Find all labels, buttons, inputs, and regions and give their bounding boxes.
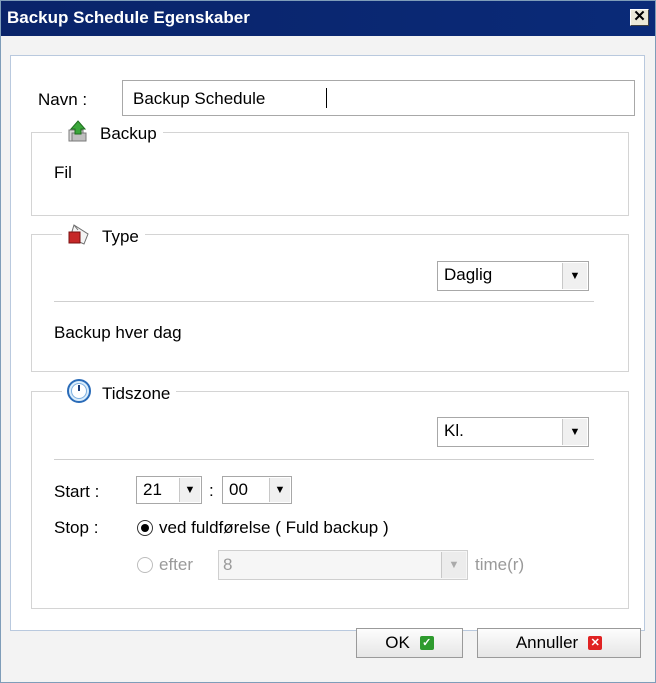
type-icon xyxy=(66,221,92,252)
name-label: Navn : xyxy=(38,90,88,109)
text-cursor xyxy=(326,88,327,108)
start-label: Start : xyxy=(54,482,100,501)
type-group: Type Daglig ▼ Backup hver dag xyxy=(31,221,629,372)
timezone-select-value: Kl. xyxy=(444,421,464,440)
type-select[interactable]: Daglig ▼ xyxy=(437,261,589,291)
content-panel: Navn : Backup Schedule Backup Fil Type D… xyxy=(10,55,645,631)
backup-group: Backup Fil xyxy=(31,119,629,216)
timezone-group: Tidszone Kl. ▼ Start : 21 ▼ : 00 ▼ Stop … xyxy=(31,378,629,609)
name-input-value: Backup Schedule xyxy=(133,89,266,108)
dialog-title: Backup Schedule Egenskaber xyxy=(7,8,250,27)
check-icon: ✓ xyxy=(419,636,434,650)
type-separator xyxy=(54,301,594,302)
cancel-button-label: Annuller xyxy=(515,633,579,652)
cancel-button[interactable]: Annuller ✕ xyxy=(477,628,641,658)
chevron-down-icon[interactable]: ▼ xyxy=(179,478,200,502)
timezone-group-title: Tidszone xyxy=(102,383,171,403)
name-input[interactable]: Backup Schedule xyxy=(122,80,635,116)
chevron-down-icon[interactable]: ▼ xyxy=(562,263,587,289)
stop-after-hours-select[interactable]: 8 ▼ xyxy=(218,550,468,580)
timezone-separator xyxy=(54,459,594,460)
type-group-legend: Type xyxy=(62,221,145,252)
radio-dot xyxy=(141,524,149,532)
time-separator: : xyxy=(209,481,214,500)
stop-after-unit: time(r) xyxy=(475,555,525,574)
start-minute-value: 00 xyxy=(229,480,248,499)
backup-group-title: Backup xyxy=(100,123,157,143)
properties-dialog: Backup Schedule Egenskaber ✕ Navn : Back… xyxy=(0,0,656,683)
chevron-down-icon[interactable]: ▼ xyxy=(269,478,290,502)
type-select-value: Daglig xyxy=(444,265,493,284)
start-hour-value: 21 xyxy=(143,480,162,499)
timezone-group-legend: Tidszone xyxy=(62,378,177,409)
close-icon: ✕ xyxy=(588,636,603,650)
type-group-title: Type xyxy=(102,226,139,246)
clock-icon xyxy=(66,378,92,409)
title-bar[interactable]: Backup Schedule Egenskaber ✕ xyxy=(1,1,655,36)
stop-on-completion-radio[interactable] xyxy=(137,520,153,536)
start-hour-select[interactable]: 21 ▼ xyxy=(136,476,202,504)
backup-content: Fil xyxy=(54,163,72,182)
chevron-down-icon[interactable]: ▼ xyxy=(441,552,466,578)
ok-button-label: OK xyxy=(385,633,410,652)
stop-label: Stop : xyxy=(54,518,99,537)
backup-group-legend: Backup xyxy=(62,119,163,148)
stop-after-label: efter xyxy=(159,555,194,574)
type-description: Backup hver dag xyxy=(54,323,182,342)
timezone-select[interactable]: Kl. ▼ xyxy=(437,417,589,447)
close-button[interactable]: ✕ xyxy=(630,9,649,26)
chevron-down-icon[interactable]: ▼ xyxy=(562,419,587,445)
backup-icon xyxy=(66,119,90,148)
stop-after-radio[interactable] xyxy=(137,557,153,573)
stop-on-completion-label: ved fuldførelse ( Fuld backup ) xyxy=(159,518,389,537)
stop-after-hours-value: 8 xyxy=(223,555,233,574)
start-minute-select[interactable]: 00 ▼ xyxy=(222,476,292,504)
ok-button[interactable]: OK ✓ xyxy=(356,628,463,658)
close-icon: ✕ xyxy=(633,8,646,25)
